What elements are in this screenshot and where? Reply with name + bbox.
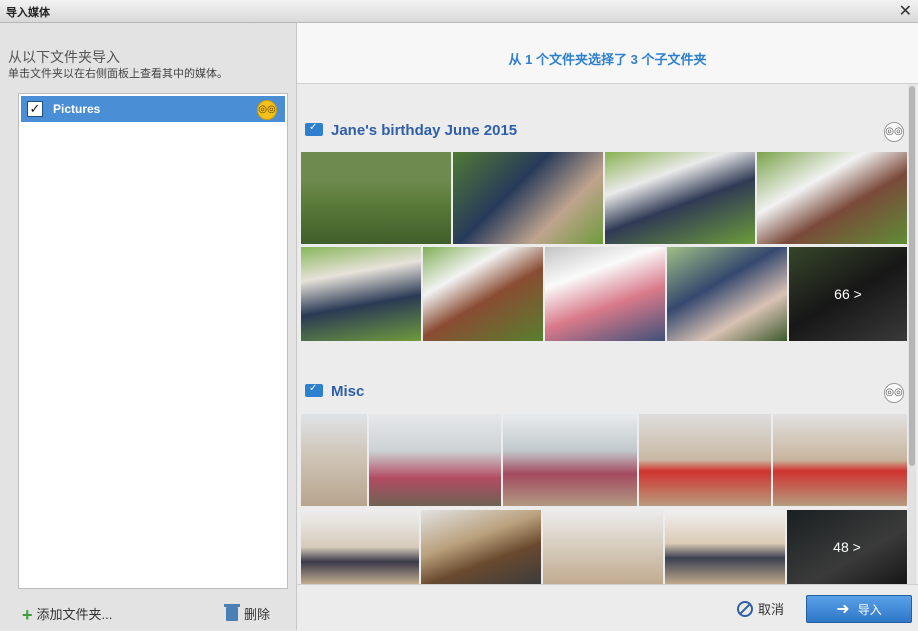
binoculars-icon[interactable]: ◎◎ [257,100,277,120]
folder-panel-footer: + 添加文件夹... 删除 [0,603,296,630]
cancel-label: 取消 [758,602,785,617]
media-grid[interactable]: Jane's birthday June 2015 ◎◎ 66 > Misc ◎… [297,84,918,584]
more-thumbnail[interactable]: 48 > [787,510,907,584]
folder-panel: 从以下文件夹导入 单击文件夹以在右侧面板上查看其中的媒体。 ✓ Pictures… [0,23,297,630]
thumbnail[interactable] [301,247,421,341]
thumbnail[interactable] [421,510,541,584]
thumbnail[interactable] [543,510,663,584]
media-scrollbar[interactable] [908,84,916,584]
trash-icon [224,604,240,621]
folder-checkbox[interactable]: ✓ [27,101,43,117]
thumbnail[interactable] [545,247,665,341]
folder-icon [305,383,323,397]
section-title-text: Misc [331,383,365,400]
selection-summary: 从 1 个文件夹选择了 3 个子文件夹 [508,52,707,67]
thumbnail[interactable] [665,510,785,584]
add-folder-button[interactable]: + 添加文件夹... [22,604,112,626]
import-arrow-icon: ➜ [836,601,850,618]
media-panel: 从 1 个文件夹选择了 3 个子文件夹 Jane's birthday June… [297,23,918,631]
thumbnail[interactable] [773,414,907,506]
binoculars-icon[interactable]: ◎◎ [884,383,904,403]
close-icon[interactable]: ✕ [899,1,912,21]
thumbnail[interactable] [757,152,907,244]
thumbnail[interactable] [301,414,367,506]
section-title-jane-birthday[interactable]: Jane's birthday June 2015 [305,122,517,139]
delete-label: 删除 [244,607,271,622]
plus-icon: + [22,605,33,625]
thumbnail[interactable] [369,414,501,506]
thumbnail[interactable] [423,247,543,341]
add-folder-label: 添加文件夹... [36,607,113,622]
binoculars-icon[interactable]: ◎◎ [884,122,904,142]
import-label: 导入 [857,602,882,617]
import-button[interactable]: ➜ 导入 [806,595,912,623]
more-count: 66 > [789,247,907,341]
folder-panel-heading: 从以下文件夹导入 [8,49,120,65]
thumbnail[interactable] [503,414,637,506]
more-thumbnail[interactable]: 66 > [789,247,907,341]
window-title: 导入媒体 [6,7,50,19]
folder-icon [305,122,323,136]
scrollbar-thumb[interactable] [909,86,915,466]
section-title-misc[interactable]: Misc [305,383,364,400]
media-panel-footer: 取消 ➜ 导入 [297,584,918,631]
folder-list: ✓ Pictures ◎◎ [18,93,288,589]
delete-button[interactable]: 删除 [224,604,271,623]
folder-item-pictures[interactable]: ✓ Pictures ◎◎ [21,96,285,122]
folder-name: Pictures [53,102,101,116]
thumbnail[interactable] [301,510,419,584]
folder-panel-hint: 单击文件夹以在右侧面板上查看其中的媒体。 [8,68,228,80]
thumbnail[interactable] [605,152,755,244]
thumbnail[interactable] [639,414,771,506]
more-count: 48 > [787,510,907,584]
thumbnail[interactable] [453,152,603,244]
section-title-text: Jane's birthday June 2015 [331,122,518,139]
media-panel-header: 从 1 个文件夹选择了 3 个子文件夹 [297,23,918,84]
cancel-button[interactable]: 取消 [737,599,784,618]
thumbnail[interactable] [301,152,451,244]
cancel-icon [737,601,753,617]
title-bar: 导入媒体 ✕ [0,0,918,23]
thumbnail[interactable] [667,247,787,341]
